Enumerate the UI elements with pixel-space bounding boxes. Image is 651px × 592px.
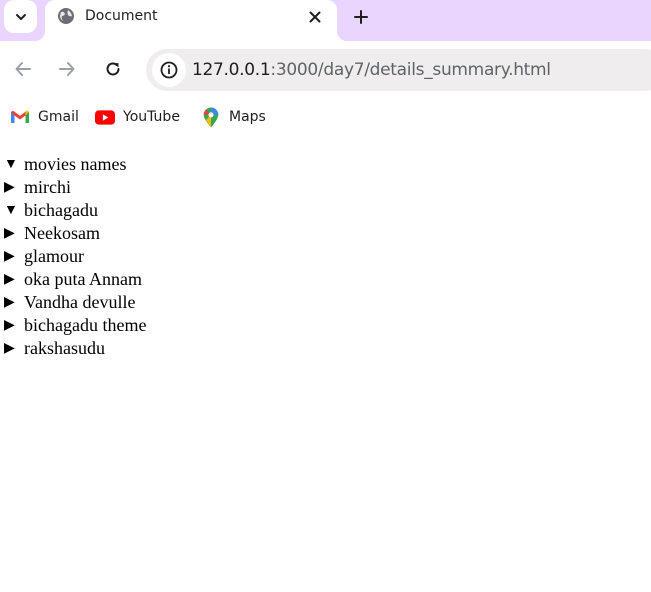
bookmark-youtube[interactable]: YouTube	[95, 107, 180, 127]
address-bar[interactable]: 127.0.0.1:3000/day7/details_summary.html	[146, 49, 651, 91]
bookmark-maps[interactable]: Maps	[201, 107, 266, 127]
details-summary-neekosam[interactable]: ▶ Neekosam	[4, 222, 146, 245]
maps-icon	[201, 107, 221, 127]
summary-label: Vandha devulle	[24, 292, 136, 312]
url-host: 127.0.0.1	[192, 60, 271, 80]
disclosure-closed-icon: ▶	[4, 272, 15, 287]
toolbar: 127.0.0.1:3000/day7/details_summary.html	[0, 41, 651, 99]
details-summary-vandha-devulle[interactable]: ▶ Vandha devulle	[4, 291, 146, 314]
disclosure-closed-icon: ▶	[4, 318, 15, 333]
disclosure-closed-icon: ▶	[4, 180, 15, 195]
info-icon	[160, 61, 178, 79]
arrow-left-icon	[15, 62, 31, 76]
tab-close-button[interactable]	[305, 7, 325, 27]
tab-strip: Document	[0, 0, 651, 41]
forward-button[interactable]	[55, 57, 79, 81]
gmail-icon	[10, 107, 30, 127]
disclosure-closed-icon: ▶	[4, 295, 15, 310]
plus-icon	[354, 10, 368, 24]
summary-label: bichagadu theme	[24, 315, 147, 335]
bookmark-label: Maps	[229, 109, 266, 125]
summary-label: glamour	[24, 246, 84, 266]
tab-search-button[interactable]	[4, 0, 37, 33]
disclosure-closed-icon: ▶	[4, 341, 15, 356]
url-path: :3000/day7/details_summary.html	[270, 60, 551, 80]
disclosure-open-icon: ▼	[4, 156, 18, 172]
summary-label: oka puta Annam	[24, 269, 142, 289]
new-tab-button[interactable]	[349, 5, 373, 29]
disclosure-open-icon: ▼	[4, 202, 18, 218]
disclosure-closed-icon: ▶	[4, 226, 15, 241]
summary-label: Neekosam	[24, 223, 100, 243]
bookmark-label: Gmail	[38, 109, 79, 125]
close-icon	[309, 11, 321, 23]
reload-icon	[106, 62, 120, 76]
summary-label: movies names	[24, 154, 127, 174]
tab-title: Document	[85, 8, 158, 24]
details-summary-movies-names[interactable]: ▼ movies names	[4, 153, 146, 176]
bookmark-label: YouTube	[123, 109, 180, 125]
details-summary-oka-puta-annam[interactable]: ▶ oka puta Annam	[4, 268, 146, 291]
globe-icon	[58, 8, 74, 24]
details-summary-mirchi[interactable]: ▶ mirchi	[4, 176, 146, 199]
youtube-icon	[95, 107, 115, 127]
reload-button[interactable]	[101, 57, 125, 81]
chevron-down-icon	[15, 13, 26, 20]
bookmark-gmail[interactable]: Gmail	[10, 107, 79, 127]
details-summary-rakshasudu[interactable]: ▶ rakshasudu	[4, 337, 146, 360]
back-button[interactable]	[11, 57, 35, 81]
page-content: ▼ movies names ▶ mirchi ▼ bichagadu ▶ Ne…	[0, 141, 651, 592]
details-summary-bichagadu[interactable]: ▼ bichagadu	[4, 199, 146, 222]
summary-label: mirchi	[24, 177, 71, 197]
site-info-button[interactable]	[152, 53, 186, 87]
summary-label: rakshasudu	[24, 338, 105, 358]
details-list: ▼ movies names ▶ mirchi ▼ bichagadu ▶ Ne…	[4, 153, 146, 360]
summary-label: bichagadu	[24, 200, 98, 220]
active-tab[interactable]: Document	[45, 0, 337, 41]
disclosure-closed-icon: ▶	[4, 249, 15, 264]
bookmarks-bar: Gmail YouTube Maps	[0, 99, 651, 135]
details-summary-bichagadu-theme[interactable]: ▶ bichagadu theme	[4, 314, 146, 337]
details-summary-glamour[interactable]: ▶ glamour	[4, 245, 146, 268]
arrow-right-icon	[59, 62, 75, 76]
url-text[interactable]: 127.0.0.1:3000/day7/details_summary.html	[192, 60, 551, 80]
